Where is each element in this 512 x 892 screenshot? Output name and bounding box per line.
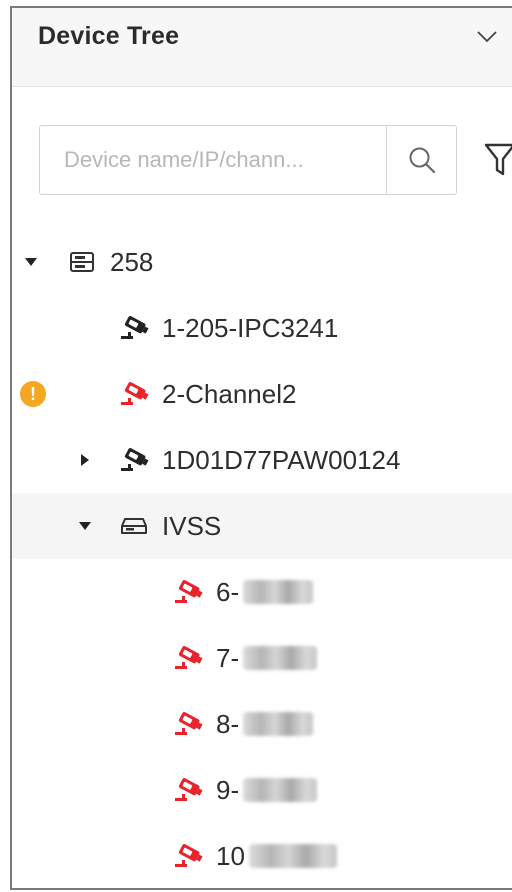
camera-offline-icon <box>172 709 204 739</box>
camera-offline-icon <box>172 577 204 607</box>
device-tree-panel: Device Tree 258 1-205-IPC3241! 2-Channel2 1… <box>10 6 512 890</box>
redacted-name <box>243 778 318 803</box>
redacted-name <box>243 580 314 605</box>
tree-node-camera[interactable]: 9- <box>12 757 512 823</box>
redacted-name <box>243 646 318 671</box>
tree-node-server[interactable]: 258 <box>12 229 512 295</box>
expand-caret-closed-icon[interactable] <box>74 447 96 473</box>
redacted-name <box>248 844 337 869</box>
panel-header: Device Tree <box>12 8 512 87</box>
tree-node-label: 6- <box>216 559 314 625</box>
tree-node-label: 10 <box>216 823 337 888</box>
warning-icon: ! <box>20 381 46 407</box>
camera-offline-icon <box>172 841 204 871</box>
tree-node-recorder[interactable]: IVSS <box>12 493 512 559</box>
search-input[interactable] <box>40 126 386 194</box>
camera-offline-icon <box>172 643 204 673</box>
expand-caret-open-icon[interactable] <box>74 513 96 539</box>
tree-node-label: 7- <box>216 625 318 691</box>
camera-icon <box>118 445 150 475</box>
search-icon <box>409 147 435 174</box>
redacted-name <box>243 712 314 737</box>
collapse-button[interactable] <box>472 22 502 52</box>
chevron-down-icon <box>477 31 497 43</box>
tree-node-label: 1D01D77PAW00124 <box>162 445 401 475</box>
server-icon <box>66 247 98 277</box>
tree-node-label: 2-Channel2 <box>162 379 297 409</box>
tree-node-camera[interactable]: 10 <box>12 823 512 888</box>
tree-node-camera[interactable]: 1-205-IPC3241 <box>12 295 512 361</box>
search-box <box>39 125 457 195</box>
search-button[interactable] <box>386 126 456 194</box>
filter-icon <box>484 143 512 176</box>
panel-title: Device Tree <box>38 22 180 50</box>
camera-icon <box>118 313 150 343</box>
tree-node-label: IVSS <box>162 511 222 541</box>
camera-offline-icon <box>172 775 204 805</box>
tree-node-label: 9- <box>216 757 318 823</box>
filter-button[interactable] <box>480 138 512 182</box>
tree-node-camera[interactable]: 6- <box>12 559 512 625</box>
camera-offline-icon <box>118 379 150 409</box>
tree-node-camera[interactable]: ! 2-Channel2 <box>12 361 512 427</box>
recorder-icon <box>118 511 150 541</box>
tree-node-camera[interactable]: 1D01D77PAW00124 <box>12 427 512 493</box>
expand-caret-open-icon[interactable] <box>20 249 42 275</box>
tree-node-label: 8- <box>216 691 314 757</box>
tree-node-label: 1-205-IPC3241 <box>162 313 339 343</box>
tree-node-camera[interactable]: 7- <box>12 625 512 691</box>
tree-node-camera[interactable]: 8- <box>12 691 512 757</box>
tree-node-label: 258 <box>110 247 154 277</box>
